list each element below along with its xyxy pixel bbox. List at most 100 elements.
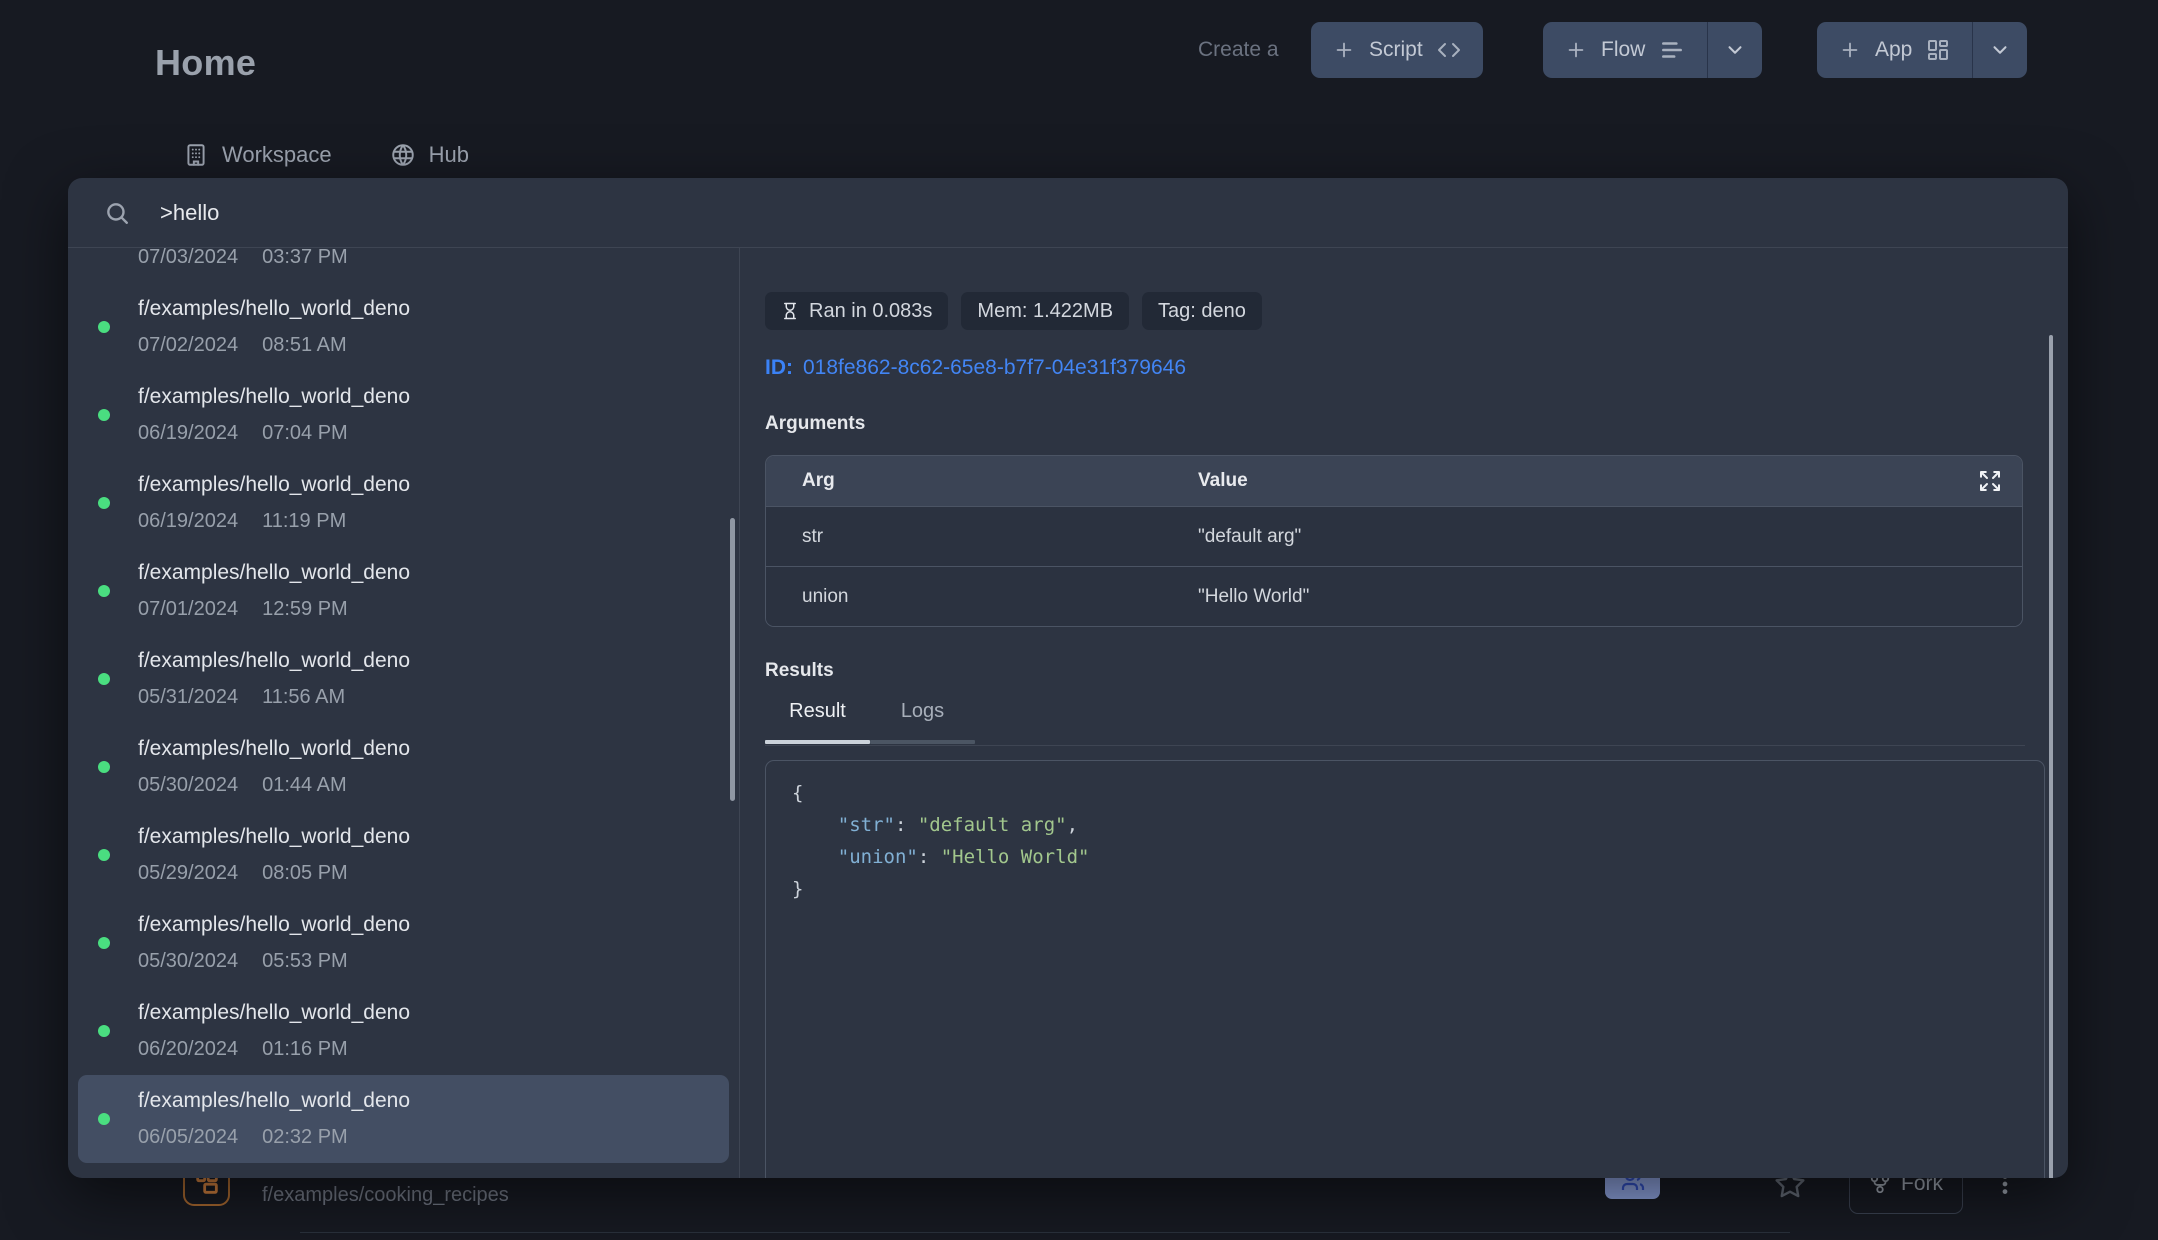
search-icon — [104, 200, 130, 226]
run-item-path: f/examples/hello_world_deno — [138, 1089, 410, 1115]
run-list-item[interactable]: f/examples/hello_world_deno 05/30/2024 0… — [78, 899, 729, 987]
create-app-button-main[interactable]: App — [1817, 22, 1972, 78]
run-list-panel: 07/03/2024 03:37 PM f/examples/hello_wor… — [68, 248, 740, 1178]
run-list-item[interactable]: f/examples/hello_world_deno 06/19/2024 1… — [78, 459, 729, 547]
success-dot-icon — [98, 585, 110, 597]
command-palette-modal: 07/03/2024 03:37 PM f/examples/hello_wor… — [68, 178, 2068, 1178]
arg-value: "default arg" — [1198, 526, 2022, 548]
create-script-label: Script — [1369, 38, 1423, 62]
memory-badge: Mem: 1.422MB — [961, 292, 1129, 330]
results-tabs: Result Logs — [765, 700, 2025, 747]
run-list-item[interactable]: f/examples/hello_world_deno 06/20/2024 0… — [78, 987, 729, 1075]
run-item-path: f/examples/hello_world_deno — [138, 473, 410, 499]
home-tabs: Workspace Hub — [183, 142, 469, 168]
run-item-text: f/examples/hello_world_deno 07/02/2024 0… — [138, 297, 410, 357]
run-item-date: 07/01/2024 — [138, 598, 238, 621]
plus-icon — [1565, 39, 1587, 61]
arg-name: str — [766, 526, 1198, 548]
create-app-label: App — [1875, 38, 1912, 62]
run-item-date: 05/29/2024 — [138, 862, 238, 885]
tab-hub[interactable]: Hub — [390, 142, 469, 168]
run-item-date: 07/03/2024 — [138, 248, 238, 269]
tag-badge-label: Tag: deno — [1158, 300, 1246, 323]
json-brace: { — [792, 782, 803, 804]
tab-workspace[interactable]: Workspace — [183, 142, 332, 168]
tab-result[interactable]: Result — [765, 700, 870, 744]
run-id-label: ID: — [765, 356, 793, 379]
run-list-item[interactable]: f/examples/hello_world_deno 05/29/2024 0… — [78, 811, 729, 899]
run-list-item[interactable]: 07/03/2024 03:37 PM — [78, 248, 729, 283]
run-item-path: f/examples/hello_world_deno — [138, 561, 410, 587]
run-list-scrollbar[interactable] — [730, 518, 735, 801]
search-input[interactable] — [160, 200, 2068, 226]
run-item-date: 06/19/2024 — [138, 510, 238, 533]
tag-badge: Tag: deno — [1142, 292, 1262, 330]
page-title: Home — [155, 42, 256, 84]
create-app-button[interactable]: App — [1817, 22, 2027, 78]
run-list-item[interactable]: f/examples/hello_world_deno 07/02/2024 0… — [78, 283, 729, 371]
tab-logs[interactable]: Logs — [870, 700, 975, 744]
run-item-datetime: 05/29/2024 08:05 PM — [138, 862, 410, 885]
detail-panel-scrollbar[interactable] — [2049, 335, 2053, 1178]
memory-badge-label: Mem: 1.422MB — [977, 300, 1113, 323]
json-key: "union" — [838, 846, 918, 868]
run-detail-panel: Ran in 0.083s Mem: 1.422MB Tag: deno ID:… — [740, 248, 2068, 1178]
arguments-heading: Arguments — [765, 413, 2068, 435]
run-item-text: f/examples/hello_world_deno 05/29/2024 0… — [138, 825, 410, 885]
run-item-text: 07/03/2024 03:37 PM — [138, 248, 348, 269]
run-item-time: 11:19 PM — [262, 510, 346, 533]
run-list-item[interactable]: f/examples/hello_world_deno 06/05/2024 0… — [78, 1075, 729, 1163]
success-dot-icon — [98, 497, 110, 509]
json-sep: : — [895, 814, 918, 836]
arg-name: union — [766, 586, 1198, 608]
run-id-link[interactable]: 018fe862-8c62-65e8-b7f7-04e31f379646 — [803, 356, 1186, 379]
run-item-date: 06/20/2024 — [138, 1038, 238, 1061]
run-item-path: f/examples/hello_world_deno — [138, 385, 410, 411]
run-item-text: f/examples/hello_world_deno 06/19/2024 1… — [138, 473, 410, 533]
run-item-path: f/examples/hello_world_deno — [138, 825, 410, 851]
run-item-date: 05/30/2024 — [138, 774, 238, 797]
tab-result-underline — [765, 740, 870, 744]
flow-list-icon — [1659, 37, 1685, 63]
run-item-date: 06/05/2024 — [138, 1126, 238, 1149]
result-json-viewer[interactable]: { "str": "default arg", "union": "Hello … — [765, 760, 2045, 1178]
json-brace: } — [792, 878, 803, 900]
run-item-path: f/examples/hello_world_deno — [138, 649, 410, 675]
run-item-path: f/examples/hello_world_deno — [138, 737, 410, 763]
create-script-button-main[interactable]: Script — [1311, 22, 1483, 78]
run-list-item[interactable]: f/examples/hello_world_deno 05/31/2024 1… — [78, 635, 729, 723]
run-item-datetime: 05/30/2024 01:44 AM — [138, 774, 410, 797]
tab-hub-label: Hub — [429, 142, 469, 168]
run-list-item[interactable]: f/examples/hello_world_deno 06/19/2024 0… — [78, 371, 729, 459]
success-dot-icon — [98, 937, 110, 949]
run-item-time: 01:16 PM — [262, 1038, 348, 1061]
run-list-item[interactable]: f/examples/hello_world_deno 07/01/2024 1… — [78, 547, 729, 635]
create-flow-button[interactable]: Flow — [1543, 22, 1762, 78]
tab-workspace-label: Workspace — [222, 142, 332, 168]
run-item-time: 07:04 PM — [262, 422, 348, 445]
run-item-datetime: 06/19/2024 11:19 PM — [138, 510, 410, 533]
run-item-time: 08:51 AM — [262, 334, 347, 357]
expand-table-button[interactable] — [1978, 469, 2002, 493]
create-app-dropdown-button[interactable] — [1972, 22, 2027, 78]
run-item-text: f/examples/hello_world_deno 05/30/2024 0… — [138, 737, 410, 797]
code-icon — [1437, 38, 1461, 62]
column-header-arg: Arg — [766, 470, 1198, 492]
create-flow-button-main[interactable]: Flow — [1543, 22, 1707, 78]
run-item-text: f/examples/hello_world_deno 07/01/2024 1… — [138, 561, 410, 621]
success-dot-icon — [98, 761, 110, 773]
tabs-baseline — [765, 745, 2025, 746]
run-item-time: 12:59 PM — [262, 598, 348, 621]
success-dot-icon — [98, 849, 110, 861]
run-item-datetime: 07/01/2024 12:59 PM — [138, 598, 410, 621]
create-flow-dropdown-button[interactable] — [1707, 22, 1762, 78]
json-key: "str" — [838, 814, 895, 836]
run-item-datetime: 05/31/2024 11:56 AM — [138, 686, 410, 709]
create-script-button[interactable]: Script — [1311, 22, 1483, 78]
run-list-item[interactable]: f/examples/hello_world_deno 05/30/2024 0… — [78, 723, 729, 811]
arguments-table-row: str "default arg" — [766, 506, 2022, 566]
plus-icon — [1839, 39, 1861, 61]
tab-logs-label: Logs — [901, 700, 944, 722]
runtime-badge-label: Ran in 0.083s — [809, 300, 932, 323]
arguments-table-row: union "Hello World" — [766, 566, 2022, 626]
